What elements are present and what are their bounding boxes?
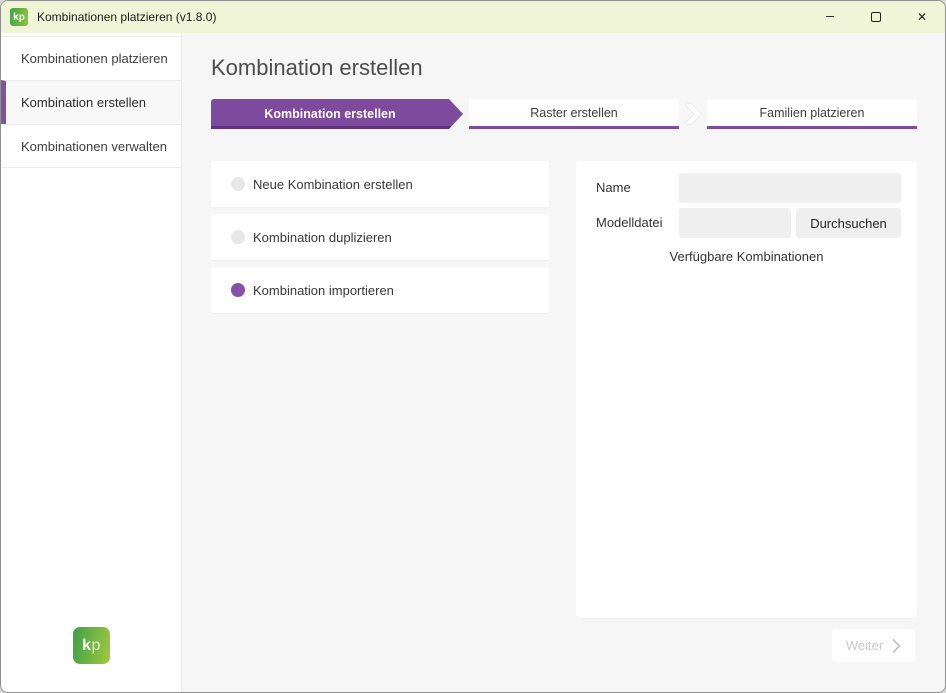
wizard-step-label: Familien platzieren (760, 106, 865, 120)
maximize-button[interactable] (853, 1, 899, 33)
app-window: kp Kombinationen platzieren (v1.8.0) – ✕… (0, 0, 946, 693)
sidebar-item-kombinationen-platzieren[interactable]: Kombinationen platzieren (1, 36, 181, 80)
sidebar-item-label: Kombination erstellen (21, 95, 146, 110)
wizard-step-kombination-erstellen[interactable]: Kombination erstellen (211, 99, 463, 129)
chevron-right-icon (687, 104, 700, 124)
radio-selected-icon (231, 283, 245, 297)
form-panel: Name Modelldatei Durchsuchen Verfügbare … (576, 161, 917, 618)
option-list: Neue Kombination erstellen Kombination d… (211, 161, 549, 320)
titlebar-controls: – ✕ (807, 1, 945, 33)
weiter-button[interactable]: Weiter (832, 629, 915, 662)
option-label: Kombination duplizieren (253, 230, 392, 245)
window-title: Kombinationen platzieren (v1.8.0) (37, 10, 216, 24)
wizard-step-separator (679, 99, 707, 129)
kp-logo: kp (73, 627, 110, 664)
minimize-icon: – (826, 8, 834, 22)
minimize-button[interactable]: – (807, 1, 853, 33)
name-input[interactable] (679, 173, 901, 203)
option-label: Neue Kombination erstellen (253, 177, 413, 192)
chevron-right-icon (892, 639, 901, 653)
option-neue-kombination-erstellen[interactable]: Neue Kombination erstellen (211, 161, 549, 207)
option-kombination-importieren[interactable]: Kombination importieren (211, 267, 549, 313)
modelldatei-label: Modelldatei (596, 208, 663, 238)
titlebar: kp Kombinationen platzieren (v1.8.0) – ✕ (1, 1, 945, 33)
sidebar-item-kombination-erstellen[interactable]: Kombination erstellen (1, 80, 181, 124)
modelldatei-input[interactable] (679, 208, 791, 238)
wizard-step-label: Raster erstellen (530, 106, 618, 120)
sidebar-item-kombinationen-verwalten[interactable]: Kombinationen verwalten (1, 124, 181, 168)
maximize-icon (871, 12, 881, 22)
available-combinations-heading: Verfügbare Kombinationen (576, 249, 917, 264)
sidebar: Kombinationen platzieren Kombination ers… (1, 33, 182, 692)
name-label: Name (596, 173, 631, 203)
browse-button[interactable]: Durchsuchen (796, 208, 901, 238)
app-icon: kp (10, 8, 28, 26)
sidebar-nav: Kombinationen platzieren Kombination ers… (1, 36, 181, 168)
wizard-step-label: Kombination erstellen (264, 107, 395, 121)
close-button[interactable]: ✕ (899, 1, 945, 33)
page-title: Kombination erstellen (211, 55, 423, 81)
option-label: Kombination importieren (253, 283, 394, 298)
kp-logo-p: p (92, 637, 101, 655)
kp-logo-k: k (82, 637, 91, 655)
main-content: Kombination erstellen Kombination erstel… (182, 33, 945, 692)
radio-icon (231, 177, 245, 191)
sidebar-item-label: Kombinationen platzieren (21, 51, 168, 66)
wizard-step-underline (211, 126, 451, 129)
radio-icon (231, 230, 245, 244)
option-kombination-duplizieren[interactable]: Kombination duplizieren (211, 214, 549, 260)
wizard-step-familien-platzieren[interactable]: Familien platzieren (707, 99, 917, 129)
sidebar-item-label: Kombinationen verwalten (21, 139, 167, 154)
wizard-steps: Kombination erstellen Raster erstellen F… (211, 99, 917, 129)
wizard-step-raster-erstellen[interactable]: Raster erstellen (469, 99, 679, 129)
close-icon: ✕ (917, 11, 927, 23)
weiter-button-label: Weiter (846, 638, 883, 653)
